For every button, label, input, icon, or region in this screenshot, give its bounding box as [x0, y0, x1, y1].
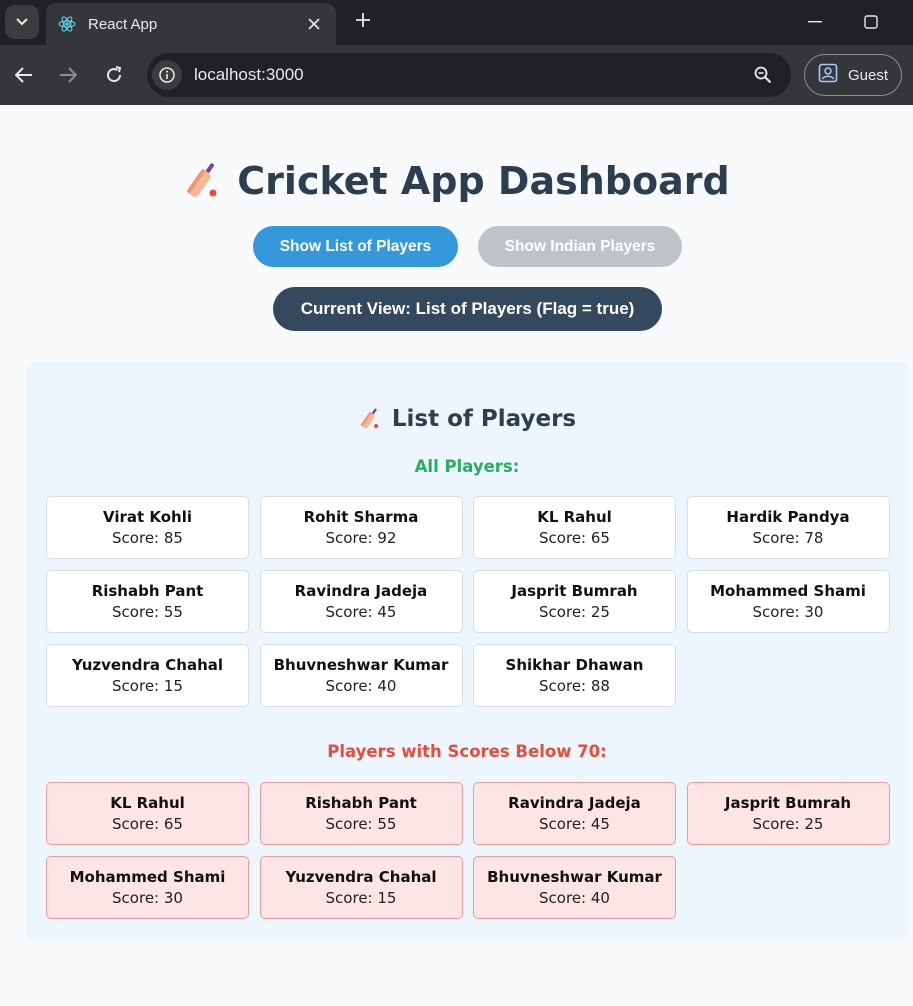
- player-score: Score: 55: [325, 815, 397, 833]
- react-logo-icon: [58, 15, 76, 33]
- zoom-icon[interactable]: [749, 61, 777, 89]
- low-score-player-card: KL Rahul Score: 65: [46, 782, 249, 845]
- all-players-heading: All Players:: [414, 457, 520, 476]
- player-score: Score: 15: [325, 889, 397, 907]
- player-name: Shikhar Dhawan: [505, 656, 644, 674]
- reload-icon: [107, 66, 122, 83]
- player-name: Mohammed Shami: [710, 582, 866, 600]
- panel-title-text: List of Players: [391, 406, 577, 432]
- player-score: Score: 45: [325, 603, 397, 621]
- cricket-bat-icon: [358, 406, 380, 432]
- browser-tab-bar: React App: [0, 0, 913, 45]
- reload-button[interactable]: [100, 61, 128, 89]
- minimize-icon: [808, 21, 822, 23]
- player-name: Jasprit Bumrah: [724, 794, 852, 812]
- panel-title: List of Players: [26, 402, 908, 436]
- player-score: Score: 65: [112, 815, 183, 833]
- player-score: Score: 40: [325, 677, 397, 695]
- player-name: Ravindra Jadeja: [294, 582, 428, 600]
- player-name: Yuzvendra Chahal: [71, 656, 224, 674]
- player-score: Score: 65: [539, 529, 610, 547]
- player-name: Bhuvneshwar Kumar: [487, 868, 662, 886]
- new-tab-button[interactable]: [350, 9, 376, 35]
- minimize-window-button[interactable]: [804, 12, 826, 32]
- players-panel: List of Players All Players: Virat Kohli…: [26, 362, 908, 940]
- player-score: Score: 15: [112, 677, 183, 695]
- player-score: Score: 30: [112, 889, 183, 907]
- low-score-player-card: Rishabh Pant Score: 55: [259, 782, 463, 845]
- player-name: Hardik Pandya: [726, 508, 850, 526]
- player-name: Bhuvneshwar Kumar: [273, 656, 449, 674]
- player-name: Ravindra Jadeja: [508, 794, 641, 812]
- maximize-icon: [864, 15, 878, 29]
- player-card: Yuzvendra Chahal Score: 15: [46, 644, 249, 707]
- show-indian-players-button[interactable]: Show Indian Players: [478, 226, 682, 267]
- player-card: Ravindra Jadeja Score: 45: [259, 570, 463, 633]
- plus-icon: [356, 13, 370, 27]
- player-name: KL Rahul: [110, 794, 185, 812]
- page-content: Cricket App Dashboard Show List of Playe…: [0, 105, 913, 1006]
- browser-toolbar: localhost:3000 Guest: [0, 45, 913, 105]
- page-title: Cricket App Dashboard: [0, 155, 913, 207]
- player-score: Score: 25: [539, 603, 610, 621]
- player-score: Score: 88: [539, 677, 610, 695]
- below-70-grid: KL Rahul Score: 65 Rishabh Pant Score: 55 …: [46, 782, 890, 919]
- player-name: Rohit Sharma: [303, 508, 419, 526]
- current-view-badge: Current View: List of Players (Flag = tr…: [273, 287, 662, 331]
- show-players-button[interactable]: Show List of Players: [253, 226, 458, 267]
- player-card: Mohammed Shami Score: 30: [686, 570, 890, 633]
- player-score: Score: 92: [325, 529, 397, 547]
- player-name: Yuzvendra Chahal: [285, 868, 437, 886]
- low-score-player-card: Jasprit Bumrah Score: 25: [686, 782, 890, 845]
- low-score-player-card: Ravindra Jadeja Score: 45: [473, 782, 676, 845]
- tab-title: React App: [88, 15, 158, 33]
- player-name: KL Rahul: [537, 508, 612, 526]
- player-card: Bhuvneshwar Kumar Score: 40: [259, 644, 463, 707]
- player-card: Rishabh Pant Score: 55: [46, 570, 249, 633]
- page-title-text: Cricket App Dashboard: [237, 159, 730, 203]
- close-tab-icon[interactable]: [304, 15, 324, 34]
- low-score-player-card: Mohammed Shami Score: 30: [46, 856, 249, 919]
- profile-label: Guest: [848, 66, 889, 84]
- forward-button[interactable]: [54, 61, 82, 89]
- player-score: Score: 55: [112, 603, 183, 621]
- arrow-right-icon: [60, 67, 77, 83]
- arrow-left-icon: [15, 67, 32, 83]
- player-name: Rishabh Pant: [305, 794, 417, 812]
- browser-tab[interactable]: React App: [46, 3, 336, 45]
- player-score: Score: 30: [752, 603, 824, 621]
- player-card: Shikhar Dhawan Score: 88: [473, 644, 676, 707]
- player-score: Score: 78: [752, 529, 824, 547]
- profile-icon: [818, 63, 838, 87]
- player-score: Score: 25: [752, 815, 824, 833]
- address-bar[interactable]: localhost:3000: [147, 53, 791, 97]
- player-name: Rishabh Pant: [91, 582, 204, 600]
- player-score: Score: 40: [539, 889, 610, 907]
- player-name: Virat Kohli: [102, 508, 193, 526]
- player-score: Score: 45: [539, 815, 610, 833]
- profile-button[interactable]: Guest: [804, 54, 902, 96]
- cricket-bat-icon: [183, 159, 219, 203]
- low-score-player-card: Bhuvneshwar Kumar Score: 40: [473, 856, 676, 919]
- low-score-player-card: Yuzvendra Chahal Score: 15: [259, 856, 463, 919]
- tab-search-button[interactable]: [5, 5, 39, 39]
- below-70-heading: Players with Scores Below 70:: [327, 742, 607, 761]
- maximize-window-button[interactable]: [860, 12, 882, 32]
- player-name: Mohammed Shami: [69, 868, 226, 886]
- player-card: Hardik Pandya Score: 78: [686, 496, 890, 559]
- player-card: Virat Kohli Score: 85: [46, 496, 249, 559]
- player-card: Rohit Sharma Score: 92: [259, 496, 463, 559]
- player-score: Score: 85: [112, 529, 183, 547]
- site-info-icon[interactable]: [152, 60, 182, 90]
- chevron-down-icon: [16, 15, 28, 29]
- player-name: Jasprit Bumrah: [511, 582, 638, 600]
- url-text: localhost:3000: [194, 65, 304, 84]
- back-button[interactable]: [10, 61, 38, 89]
- player-card: Jasprit Bumrah Score: 25: [473, 570, 676, 633]
- player-card: KL Rahul Score: 65: [473, 496, 676, 559]
- all-players-grid: Virat Kohli Score: 85 Rohit Sharma Score: …: [46, 496, 890, 707]
